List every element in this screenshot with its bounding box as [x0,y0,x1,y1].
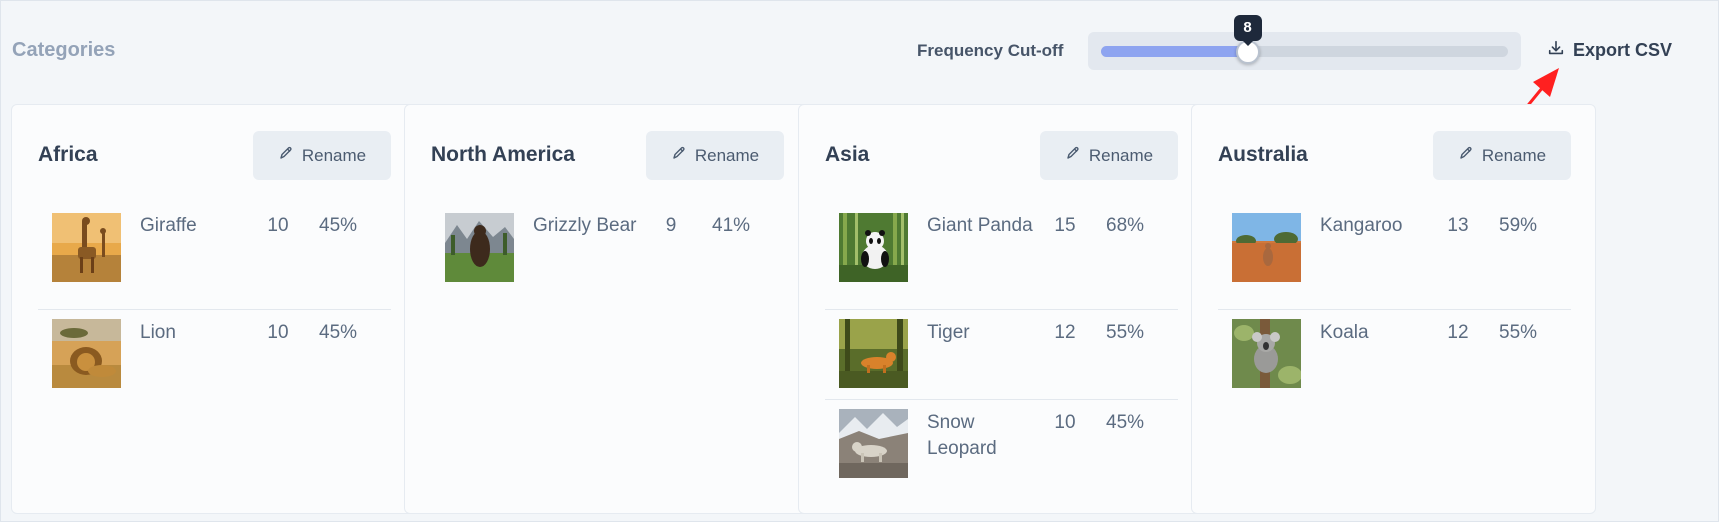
animal-thumbnail [839,319,908,388]
animal-name: Koala [1320,322,1369,343]
rename-button[interactable]: Rename [1040,131,1178,180]
category-card: Asia Rename Giant Panda 15 68% Tiger 12 … [798,104,1203,514]
animal-name: Lion [140,322,176,343]
animal-name: Giant Panda [927,215,1033,236]
animal-count: 15 [1054,215,1076,236]
animal-thumbnail [1232,319,1301,388]
download-icon [1547,39,1565,62]
slider-track[interactable]: 8 [1101,15,1508,64]
animal-list: Grizzly Bear 9 41% [431,213,784,309]
animal-name: Tiger [927,322,970,343]
animal-percent: 55% [1499,322,1538,343]
rename-button[interactable]: Rename [646,131,784,180]
animal-thumbnail [839,213,908,282]
animal-row[interactable]: Snow Leopard 10 45% [825,399,1178,489]
animal-row[interactable]: Tiger 12 55% [825,309,1178,399]
animal-percent: 45% [319,215,358,236]
animal-name: Grizzly Bear [533,215,637,236]
animal-name: Giraffe [140,215,197,236]
rename-label: Rename [301,145,367,165]
frequency-slider[interactable]: 8 [1088,15,1521,70]
category-card: Australia Rename Kangaroo 13 59% Koala 1… [1191,104,1596,514]
export-csv-label: Export CSV [1573,39,1673,60]
card-title: Africa [38,143,98,166]
category-card: North America Rename Grizzly Bear 9 41% [404,104,809,514]
animal-name: Snow Leopard [927,412,997,459]
animal-list: Giraffe 10 45% Lion 10 45% [38,213,391,399]
animal-percent: 55% [1106,322,1145,343]
animal-thumbnail [1232,213,1301,282]
rename-label: Rename [1481,145,1547,165]
card-title: Asia [825,143,870,166]
animal-row[interactable]: Lion 10 45% [38,309,391,399]
animal-row[interactable]: Giant Panda 15 68% [825,213,1178,309]
frequency-cutoff-label: Frequency Cut-off [917,41,1064,60]
animal-list: Kangaroo 13 59% Koala 12 55% [1218,213,1571,399]
pencil-icon [1458,145,1474,166]
animal-row[interactable]: Kangaroo 13 59% [1218,213,1571,309]
animal-thumbnail [52,319,121,388]
animal-row[interactable]: Koala 12 55% [1218,309,1571,399]
animal-count: 10 [1054,412,1076,433]
animal-row[interactable]: Grizzly Bear 9 41% [431,213,784,309]
animal-count: 13 [1447,215,1469,236]
animal-count: 12 [1447,322,1469,343]
rename-button[interactable]: Rename [1433,131,1571,180]
rename-label: Rename [1088,145,1154,165]
animal-percent: 59% [1499,215,1538,236]
animal-count: 12 [1054,322,1076,343]
animal-name: Kangaroo [1320,215,1403,236]
animal-count: 9 [665,215,677,236]
animal-row[interactable]: Giraffe 10 45% [38,213,391,309]
pencil-icon [1065,145,1081,166]
animal-count: 10 [267,215,289,236]
page-title: Categories [12,39,116,61]
animal-list: Giant Panda 15 68% Tiger 12 55% Snow Leo… [825,213,1178,489]
rename-button[interactable]: Rename [253,131,391,180]
pencil-icon [278,145,294,166]
animal-count: 10 [267,322,289,343]
card-title: Australia [1218,143,1308,166]
animal-percent: 45% [1106,412,1145,433]
slider-fill [1101,46,1248,57]
animal-percent: 41% [712,215,751,236]
pencil-icon [671,145,687,166]
card-title: North America [431,143,575,166]
animal-percent: 45% [319,322,358,343]
export-csv-button[interactable]: Export CSV [1547,35,1672,65]
animal-thumbnail [52,213,121,282]
category-card: Africa Rename Giraffe 10 45% Lion 10 45% [11,104,416,514]
rename-label: Rename [694,145,760,165]
slider-value-tooltip: 8 [1233,15,1262,46]
animal-thumbnail [839,409,908,478]
animal-thumbnail [445,213,514,282]
animal-percent: 68% [1106,215,1145,236]
